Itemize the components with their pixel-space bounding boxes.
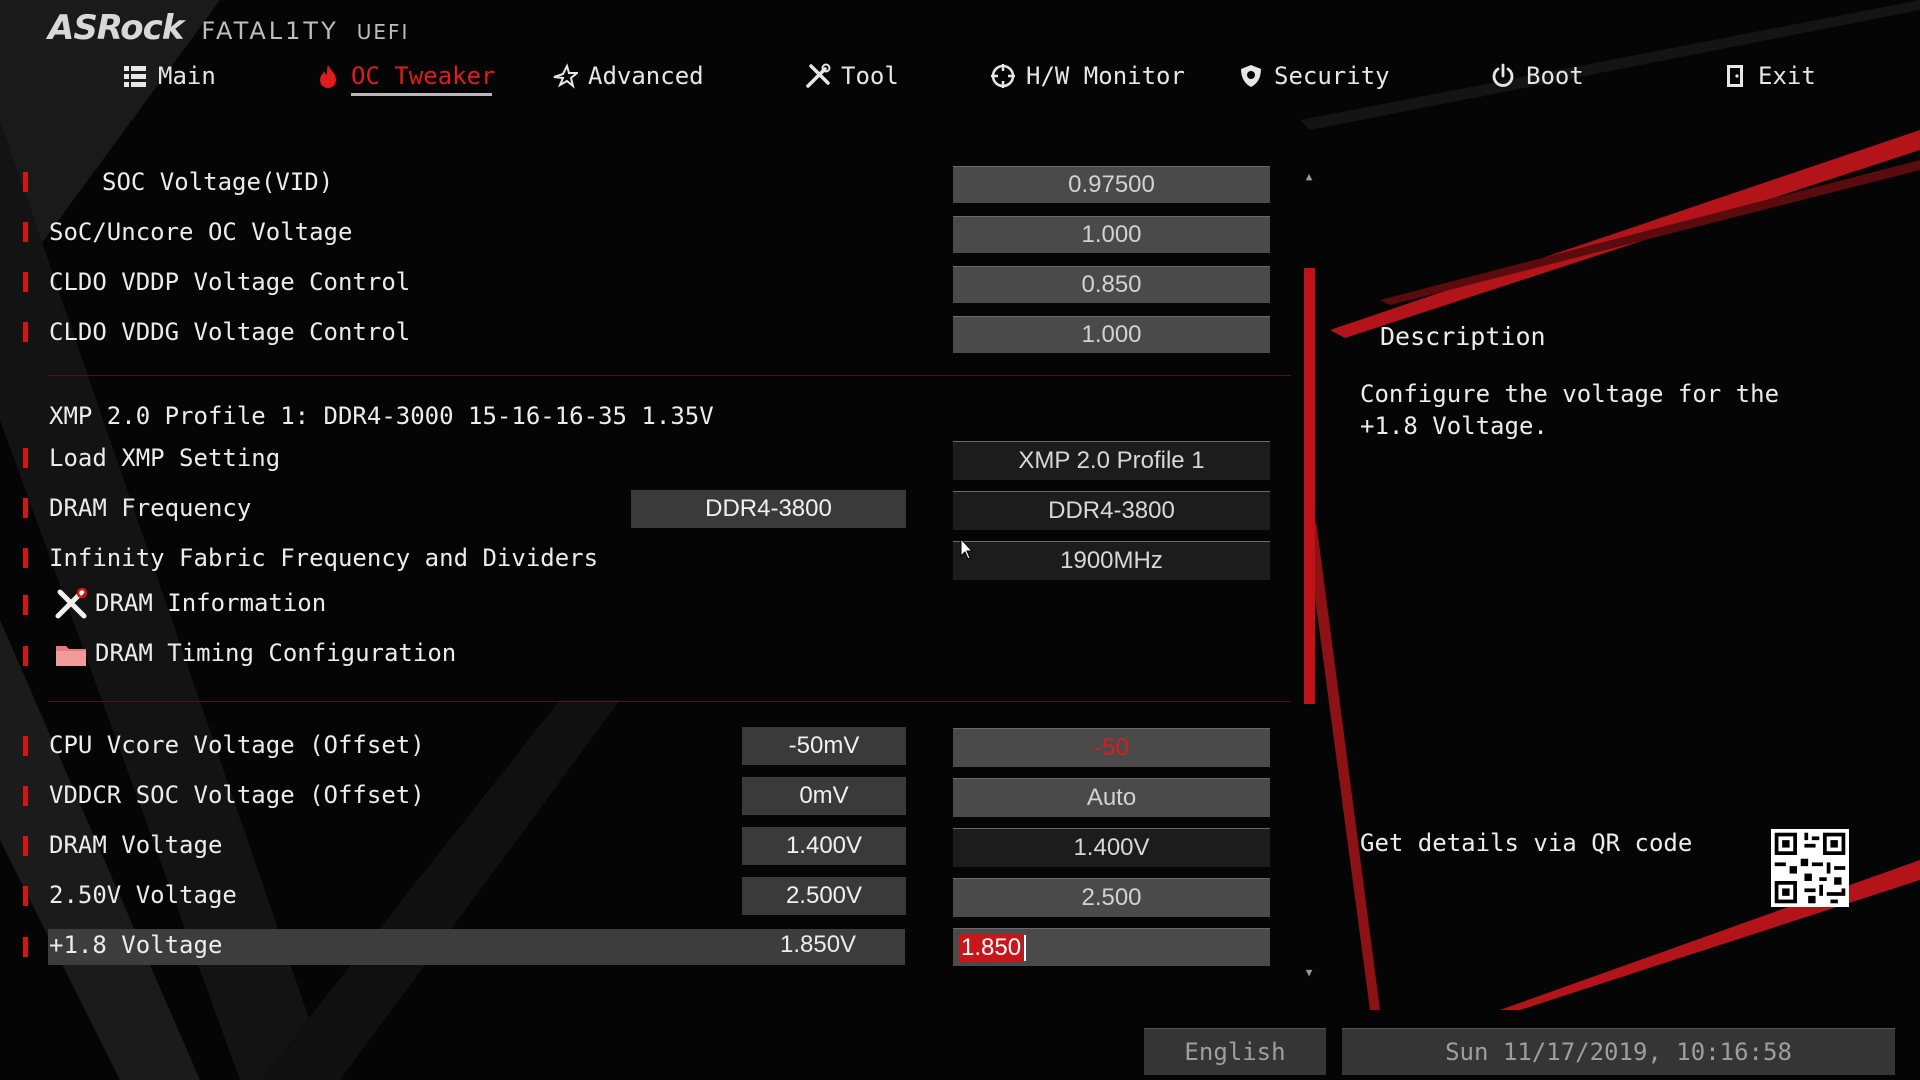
dram-voltage-label: DRAM Voltage [49, 831, 223, 859]
soc-voltage-vid-label: SOC Voltage(VID) [102, 168, 334, 196]
row-marker [23, 498, 28, 518]
cpu-vcore-offset-label: CPU Vcore Voltage (Offset) [49, 731, 425, 759]
v18-voltage-current: 1.850V [780, 931, 857, 958]
v18-voltage-input-text: 1.850 [959, 933, 1024, 962]
datetime-display: Sun 11/17/2019, 10:16:58 [1342, 1028, 1895, 1075]
dram-frequency-value[interactable]: DDR4-3800 [953, 491, 1270, 530]
vddcr-soc-offset-label: VDDCR SOC Voltage (Offset) [49, 781, 425, 809]
soc-uncore-oc-label: SoC/Uncore OC Voltage [49, 218, 353, 246]
crosshair-icon [991, 64, 1015, 88]
series-name: FATAL1TY [201, 17, 339, 45]
tools-icon [806, 63, 831, 88]
dram-frequency-current: DDR4-3800 [631, 490, 906, 528]
tab-exit[interactable]: Exit [1722, 56, 1816, 96]
tab-oc-tweaker[interactable]: OC Tweaker [315, 56, 496, 96]
v250-voltage-current: 2.500V [742, 877, 906, 915]
description-title: Description [1380, 322, 1546, 351]
dram-frequency-label: DRAM Frequency [49, 494, 252, 522]
vddcr-soc-offset-current: 0mV [742, 777, 906, 815]
soc-uncore-oc-value[interactable]: 1.000 [953, 216, 1270, 253]
dram-information-link[interactable]: DRAM Information [95, 589, 326, 617]
row-marker [23, 222, 28, 242]
cpu-vcore-offset-current: -50mV [742, 727, 906, 765]
scroll-up-icon[interactable]: ▲ [1302, 170, 1316, 184]
tab-security[interactable]: Security [1238, 56, 1390, 96]
load-xmp-label: Load XMP Setting [49, 444, 281, 472]
shield-icon [1241, 65, 1261, 87]
dram-voltage-current: 1.400V [742, 827, 906, 865]
flame-icon [320, 65, 336, 88]
tab-hw-monitor-label: H/W Monitor [1026, 62, 1185, 90]
row-marker [23, 322, 28, 342]
tab-advanced-label: Advanced [588, 62, 704, 90]
row-marker [23, 736, 28, 756]
v250-voltage-value[interactable]: 2.500 [953, 878, 1270, 917]
brand-name: ASRock [48, 8, 184, 48]
text-caret [1024, 934, 1027, 961]
tools-icon [55, 588, 88, 619]
dram-timing-link[interactable]: DRAM Timing Configuration [95, 639, 456, 667]
firmware-label: UEFI [356, 20, 410, 44]
row-marker [23, 172, 28, 192]
folder-icon [56, 646, 86, 666]
xmp-profile-info: XMP 2.0 Profile 1: DDR4-3000 15-16-16-35… [49, 402, 714, 430]
cldo-vddg-value[interactable]: 1.000 [953, 316, 1270, 353]
tab-hw-monitor[interactable]: H/W Monitor [990, 56, 1185, 96]
v18-voltage-input[interactable]: 1.850 [953, 928, 1270, 966]
vddcr-soc-offset-value[interactable]: Auto [953, 778, 1270, 817]
row-marker [23, 886, 28, 906]
language-selector[interactable]: English [1144, 1028, 1326, 1075]
tab-main-label: Main [158, 62, 216, 90]
cldo-vddp-value[interactable]: 0.850 [953, 266, 1270, 303]
mouse-cursor-icon [960, 538, 974, 560]
tab-security-label: Security [1274, 62, 1390, 90]
qr-code-icon [1771, 829, 1849, 907]
scrollbar-thumb[interactable] [1304, 268, 1315, 704]
dram-voltage-value[interactable]: 1.400V [953, 828, 1270, 867]
cldo-vddp-label: CLDO VDDP Voltage Control [49, 268, 411, 296]
row-marker [23, 836, 28, 856]
tab-main[interactable]: Main [122, 56, 216, 96]
qr-code-label: Get details via QR code [1360, 829, 1693, 857]
tab-oc-tweaker-label: OC Tweaker [351, 62, 496, 90]
row-marker [23, 272, 28, 292]
asrock-logo: ASRock FATAL1TY UEFI [48, 8, 409, 50]
cpu-vcore-offset-value[interactable]: -50 [953, 728, 1270, 767]
star-icon [553, 63, 578, 89]
scroll-down-icon[interactable]: ▼ [1302, 966, 1316, 980]
row-marker [23, 786, 28, 806]
list-icon [124, 66, 146, 87]
description-text: Configure the voltage for the +1.8 Volta… [1360, 380, 1780, 440]
v18-voltage-label: +1.8 Voltage [49, 931, 223, 959]
tab-exit-label: Exit [1758, 62, 1816, 90]
load-xmp-value[interactable]: XMP 2.0 Profile 1 [953, 441, 1270, 480]
row-marker [23, 646, 28, 666]
section-divider [48, 701, 1291, 702]
infinity-fabric-label: Infinity Fabric Frequency and Dividers [49, 544, 599, 572]
tab-boot[interactable]: Boot [1490, 56, 1584, 96]
infinity-fabric-value[interactable]: 1900MHz [953, 541, 1270, 580]
tab-tool-label: Tool [841, 62, 899, 90]
tab-advanced[interactable]: Advanced [552, 56, 704, 96]
row-marker [23, 548, 28, 568]
exit-door-icon [1727, 65, 1743, 87]
soc-voltage-vid-value[interactable]: 0.97500 [953, 166, 1270, 203]
power-icon [1492, 63, 1514, 87]
section-divider [48, 375, 1291, 376]
scrollbar[interactable]: ▲ ▼ [1302, 170, 1316, 980]
tab-boot-label: Boot [1526, 62, 1584, 90]
cldo-vddg-label: CLDO VDDG Voltage Control [49, 318, 411, 346]
row-marker [23, 448, 28, 468]
row-marker [23, 595, 28, 615]
tab-tool[interactable]: Tool [805, 56, 899, 96]
v250-voltage-label: 2.50V Voltage [49, 881, 237, 909]
row-marker [23, 937, 28, 957]
